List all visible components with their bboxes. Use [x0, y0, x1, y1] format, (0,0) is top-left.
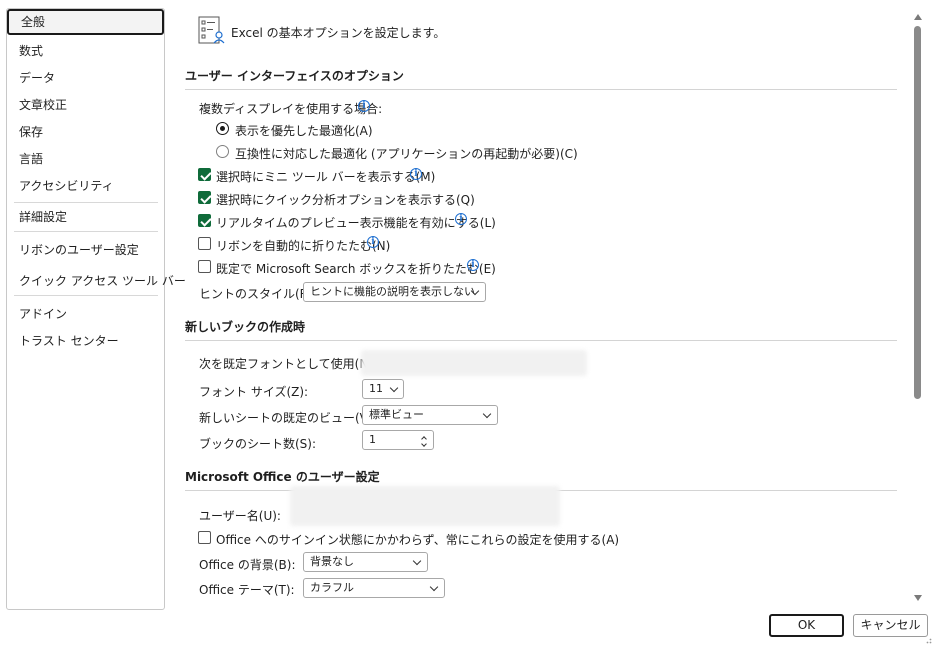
- checkbox-always-use-settings-label[interactable]: Office へのサインイン状態にかかわらず、常にこれらの設定を使用する(A): [216, 531, 619, 548]
- info-icon[interactable]: i: [410, 168, 422, 180]
- default-view-value: 標準ビュー: [369, 408, 424, 421]
- checkbox-live-preview[interactable]: [198, 214, 211, 227]
- section-title-user-settings: Microsoft Office のユーザー設定: [185, 470, 380, 484]
- scroll-up-icon[interactable]: [914, 14, 922, 20]
- sheet-count-label: ブックのシート数(S):: [199, 437, 317, 451]
- font-size-value: 11: [369, 382, 383, 395]
- office-theme-value: カラフル: [310, 581, 354, 594]
- options-panel: Excel の基本オプションを設定します。 ユーザー インターフェイスのオプショ…: [0, 0, 934, 646]
- info-icon[interactable]: i: [467, 259, 479, 271]
- tooltip-style-label: ヒントのスタイル(R):: [199, 287, 317, 301]
- section-divider: [185, 340, 897, 341]
- default-view-label: 新しいシートの既定のビュー(V):: [199, 411, 377, 425]
- radio-optimize-appearance[interactable]: [216, 122, 229, 135]
- checkbox-quick-analysis[interactable]: [198, 191, 211, 204]
- office-theme-select[interactable]: カラフル: [303, 578, 445, 598]
- username-label: ユーザー名(U):: [199, 509, 281, 523]
- chevron-down-icon: [389, 383, 399, 393]
- info-icon[interactable]: i: [358, 100, 370, 112]
- checkbox-mini-toolbar[interactable]: [198, 168, 211, 181]
- default-font-select-redacted[interactable]: [361, 350, 587, 376]
- checkbox-collapse-search-label[interactable]: 既定で Microsoft Search ボックスを折りたたむ(E): [216, 260, 496, 277]
- radio-optimize-appearance-label[interactable]: 表示を優先した最適化(A): [235, 122, 373, 139]
- scrollbar-thumb[interactable]: [914, 26, 921, 399]
- page-title: Excel の基本オプションを設定します。: [231, 26, 446, 40]
- username-input-redacted[interactable]: [290, 486, 560, 526]
- info-icon[interactable]: i: [367, 236, 379, 248]
- tooltip-style-select[interactable]: ヒントに機能の説明を表示しない: [303, 282, 486, 302]
- scroll-down-icon[interactable]: [914, 595, 922, 601]
- vertical-scrollbar[interactable]: [912, 8, 924, 608]
- resize-grip-icon[interactable]: [924, 636, 932, 644]
- ok-button[interactable]: OK: [769, 614, 844, 637]
- chevron-down-icon: [412, 556, 422, 566]
- multi-display-label: 複数ディスプレイを使用する場合:: [199, 102, 383, 116]
- cancel-button[interactable]: キャンセル: [853, 614, 928, 637]
- default-font-label: 次を既定フォントとして使用(N):: [199, 357, 378, 371]
- default-view-select[interactable]: 標準ビュー: [362, 405, 498, 425]
- office-background-label: Office の背景(B):: [199, 558, 296, 572]
- checkbox-always-use-settings[interactable]: [198, 531, 211, 544]
- chevron-down-icon: [429, 582, 439, 592]
- info-icon[interactable]: i: [455, 213, 467, 225]
- font-size-label: フォント サイズ(Z):: [199, 385, 309, 399]
- checkbox-collapse-ribbon[interactable]: [198, 237, 211, 250]
- radio-optimize-compatibility-label[interactable]: 互換性に対応した最適化 (アプリケーションの再起動が必要)(C): [235, 145, 578, 162]
- sheet-count-spinner[interactable]: 1: [362, 430, 434, 450]
- office-theme-label: Office テーマ(T):: [199, 583, 295, 597]
- section-divider: [185, 89, 897, 90]
- chevron-down-icon: [482, 409, 492, 419]
- font-size-select[interactable]: 11: [362, 379, 404, 399]
- options-list-icon: [198, 16, 225, 44]
- radio-optimize-compatibility[interactable]: [216, 145, 229, 158]
- checkbox-collapse-ribbon-label[interactable]: リボンを自動的に折りたたむ(N): [216, 237, 390, 254]
- office-background-value: 背景なし: [310, 555, 354, 568]
- spin-down-icon[interactable]: [421, 441, 427, 447]
- section-title-ui-options: ユーザー インターフェイスのオプション: [185, 69, 404, 83]
- checkbox-collapse-search[interactable]: [198, 260, 211, 273]
- sheet-count-value: 1: [369, 433, 376, 446]
- section-title-new-workbook: 新しいブックの作成時: [185, 320, 306, 334]
- office-background-select[interactable]: 背景なし: [303, 552, 428, 572]
- tooltip-style-value: ヒントに機能の説明を表示しない: [310, 285, 475, 298]
- checkbox-quick-analysis-label[interactable]: 選択時にクイック分析オプションを表示する(Q): [216, 191, 475, 208]
- checkbox-live-preview-label[interactable]: リアルタイムのプレビュー表示機能を有効にする(L): [216, 214, 496, 231]
- checkbox-mini-toolbar-label[interactable]: 選択時にミニ ツール バーを表示する(M): [216, 168, 435, 185]
